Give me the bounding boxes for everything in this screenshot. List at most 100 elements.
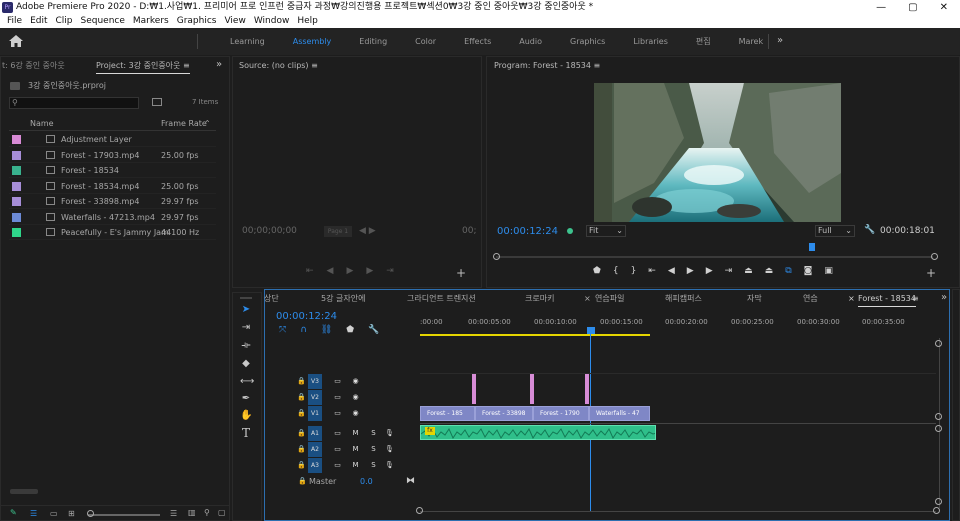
razor-tool-icon[interactable]: ◆ xyxy=(240,358,252,370)
close-button[interactable]: ✕ xyxy=(940,0,948,15)
solo-button[interactable]: S xyxy=(368,460,379,471)
sync-lock-icon[interactable]: ▭ xyxy=(332,444,343,455)
wrench-icon[interactable]: 🔧 xyxy=(864,225,875,235)
audio-clip[interactable] xyxy=(420,425,656,440)
program-playhead[interactable] xyxy=(809,243,815,251)
timeline-timecode[interactable]: 00:00:12:24 xyxy=(276,311,337,322)
timeline-overflow-button[interactable]: » xyxy=(941,292,947,303)
play-icon[interactable]: ▶ xyxy=(687,266,694,276)
project-list-item[interactable]: Waterfalls - 47213.mp4 29.97 fps xyxy=(9,210,216,225)
v2-adjustment-marker[interactable] xyxy=(472,390,476,404)
step-back-icon[interactable]: ◀ xyxy=(668,266,675,276)
video-clip[interactable]: Forest - 185 xyxy=(420,406,475,421)
list-view-icon[interactable]: ☰ xyxy=(30,509,37,518)
track-label[interactable]: A3 xyxy=(308,458,322,473)
program-timecode[interactable]: 00:00:12:24 xyxy=(497,226,558,237)
timeline-tab[interactable]: 5강 글자안에 xyxy=(321,291,365,307)
tab-previous-project[interactable]: t: 6강 중인 중아웃 xyxy=(2,58,65,74)
icon-view-icon[interactable]: ▭ xyxy=(50,509,58,518)
microphone-icon[interactable]: 🎙 xyxy=(384,460,395,471)
video-clip[interactable]: Forest - 33898 xyxy=(475,406,533,421)
sync-lock-icon[interactable]: ▭ xyxy=(332,460,343,471)
project-search-input[interactable] xyxy=(9,97,139,109)
eye-icon[interactable]: ◉ xyxy=(350,392,361,403)
menu-clip[interactable]: Clip xyxy=(52,15,77,28)
menu-graphics[interactable]: Graphics xyxy=(173,15,221,28)
video-clip[interactable]: Waterfalls - 47 xyxy=(589,406,650,421)
timeline-hscroll[interactable] xyxy=(420,511,936,512)
timeline-playhead-handle[interactable] xyxy=(587,327,595,334)
hscroll-right-handle[interactable] xyxy=(933,507,940,514)
vscroll-bottom-handle[interactable] xyxy=(935,498,942,505)
vscroll-audio-handle[interactable] xyxy=(935,425,942,432)
extract-icon[interactable]: ⏏ xyxy=(765,266,774,276)
label-color-swatch[interactable] xyxy=(12,197,21,206)
snap-icon[interactable]: ∩ xyxy=(300,325,307,335)
column-framerate-header[interactable]: Frame Rate xyxy=(161,119,207,128)
workspace-tab-marek[interactable]: Marek xyxy=(725,28,777,55)
track-label[interactable]: V3 xyxy=(308,374,322,389)
source-add-button-icon[interactable]: + xyxy=(456,266,466,280)
eye-icon[interactable]: ◉ xyxy=(350,376,361,387)
source-tab[interactable]: Source: (no clips) ≡ xyxy=(239,58,318,74)
track-label[interactable]: A2 xyxy=(308,442,322,457)
timeline-add-marker-icon[interactable]: ⬟ xyxy=(346,325,354,335)
label-color-swatch[interactable] xyxy=(12,166,21,175)
v2-adjustment-marker[interactable] xyxy=(585,390,589,404)
timeline-tab[interactable]: 상단 xyxy=(264,291,279,307)
column-name-header[interactable]: Name xyxy=(30,119,54,128)
v3-adjustment-marker[interactable] xyxy=(530,374,534,390)
project-list-item[interactable]: Adjustment Layer xyxy=(9,132,216,147)
mute-button[interactable]: M xyxy=(350,444,361,455)
project-list-item[interactable]: Forest - 18534 xyxy=(9,163,216,178)
vscroll-mid-handle[interactable] xyxy=(935,413,942,420)
timeline-tab[interactable]: 크로마키 xyxy=(525,291,554,307)
menu-view[interactable]: View xyxy=(220,15,249,28)
linked-selection-icon[interactable]: ⛓ xyxy=(321,325,332,335)
hscroll-left-handle[interactable] xyxy=(416,507,423,514)
zoom-slider-handle[interactable] xyxy=(87,510,94,517)
track-lock-icon[interactable]: 🔒 xyxy=(296,376,307,387)
freeform-view-icon[interactable]: ⊞ xyxy=(68,509,75,518)
mute-button[interactable]: M xyxy=(350,460,361,471)
v3-adjustment-marker[interactable] xyxy=(472,374,476,390)
source-timecode[interactable]: 00;00;00;00 xyxy=(242,226,297,236)
label-color-swatch[interactable] xyxy=(12,150,21,160)
maximize-button[interactable]: ▢ xyxy=(908,0,917,15)
workspace-overflow-button[interactable]: » xyxy=(777,35,783,46)
source-page-select[interactable]: Page 1 xyxy=(324,226,352,237)
sort-icons-icon[interactable]: ☰ xyxy=(170,509,177,518)
work-area-bar[interactable] xyxy=(420,334,650,336)
label-color-swatch[interactable] xyxy=(12,181,21,191)
lift-icon[interactable]: ⏏ xyxy=(744,266,753,276)
proxy-toggle-icon[interactable]: ▣ xyxy=(824,266,833,276)
sort-ascending-icon[interactable]: ⌃ xyxy=(204,119,211,128)
project-list-item[interactable]: Forest - 33898.mp4 29.97 fps xyxy=(9,194,216,209)
mark-out-icon[interactable]: } xyxy=(631,266,637,276)
menu-window[interactable]: Window xyxy=(250,15,294,28)
program-add-button-icon[interactable]: + xyxy=(926,266,936,280)
mark-in-icon[interactable]: { xyxy=(613,266,619,276)
project-panel-more-button[interactable]: » xyxy=(216,59,222,70)
workspace-tab-audio[interactable]: Audio xyxy=(505,28,556,55)
workspace-tab-assembly[interactable]: Assembly xyxy=(279,28,346,55)
menu-sequence[interactable]: Sequence xyxy=(77,15,129,28)
microphone-icon[interactable]: 🎙 xyxy=(384,444,395,455)
go-to-in-icon[interactable]: ⇤ xyxy=(648,266,656,276)
timeline-tab-close-icon[interactable]: × xyxy=(584,291,591,307)
label-color-swatch[interactable] xyxy=(12,212,21,222)
track-label[interactable]: A1 xyxy=(308,426,322,441)
new-bin-icon[interactable] xyxy=(152,98,162,106)
label-color-swatch[interactable] xyxy=(12,228,21,237)
hand-tool-icon[interactable]: ✋ xyxy=(240,410,252,422)
project-scrollbar[interactable] xyxy=(10,489,38,494)
minimize-button[interactable]: — xyxy=(876,0,886,15)
project-list-item[interactable]: Forest - 17903.mp4 25.00 fps xyxy=(9,148,216,163)
menu-markers[interactable]: Markers xyxy=(129,15,173,28)
program-timeline-scrubber[interactable] xyxy=(496,256,933,258)
zoom-slider[interactable] xyxy=(88,514,160,516)
timeline-vscroll[interactable] xyxy=(939,338,940,508)
comparison-view-icon[interactable]: ⧉ xyxy=(785,266,791,276)
track-lock-icon[interactable]: 🔒 xyxy=(296,408,307,419)
track-lock-icon[interactable]: 🔒 xyxy=(296,392,307,403)
